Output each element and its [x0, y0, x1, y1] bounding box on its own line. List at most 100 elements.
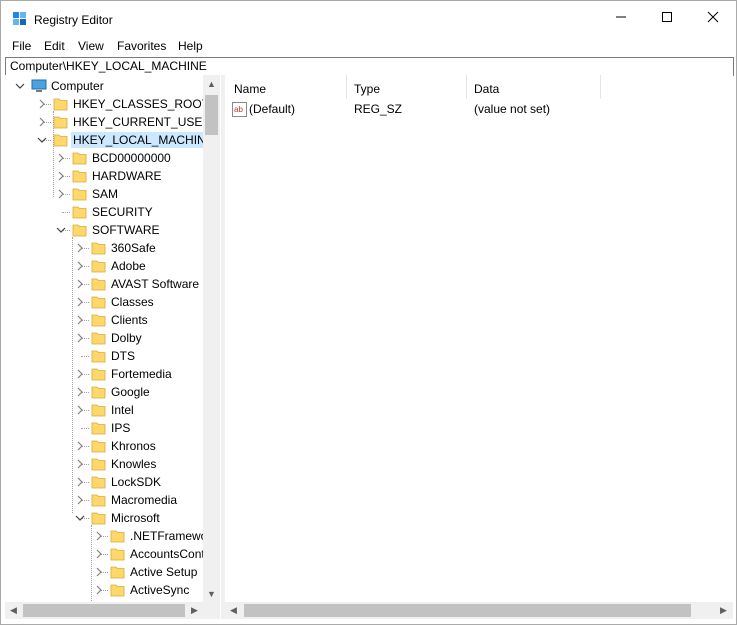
- tree-item-label[interactable]: DTS: [109, 348, 137, 364]
- chevron-right-icon[interactable]: [56, 171, 66, 181]
- tree-item[interactable]: DTS: [5, 347, 201, 365]
- tree-item[interactable]: ActiveSync: [5, 581, 201, 599]
- tree-item[interactable]: HKEY_CURRENT_USER: [5, 113, 211, 131]
- chevron-right-icon[interactable]: [75, 495, 85, 505]
- tree-item-label[interactable]: AccountsCont: [128, 546, 207, 562]
- tree-item-label[interactable]: ActiveSync: [128, 582, 191, 598]
- tree-item[interactable]: .NETFramewor: [5, 527, 211, 545]
- menu-file[interactable]: File: [12, 39, 31, 53]
- scroll-left-icon[interactable]: ◀: [5, 602, 22, 619]
- tree-item[interactable]: Fortemedia: [5, 365, 201, 383]
- tree-item-label[interactable]: Classes: [109, 294, 156, 310]
- column-header-data[interactable]: Data: [474, 75, 499, 99]
- tree-item-label[interactable]: SECURITY: [90, 204, 155, 220]
- tree-item[interactable]: Knowles: [5, 455, 201, 473]
- values-list-pane[interactable]: Name Type Data ab (Default) REG_SZ (valu…: [225, 75, 733, 619]
- value-row[interactable]: ab (Default) REG_SZ (value not set): [225, 101, 733, 119]
- chevron-down-icon[interactable]: [75, 513, 85, 523]
- tree-item-label[interactable]: Dolby: [109, 330, 144, 346]
- tree-item[interactable]: HARDWARE: [5, 167, 201, 185]
- tree-item-label[interactable]: Active Setup: [128, 564, 199, 580]
- chevron-right-icon[interactable]: [75, 315, 85, 325]
- chevron-down-icon[interactable]: [56, 225, 66, 235]
- address-bar[interactable]: Computer\HKEY_LOCAL_MACHINE: [5, 57, 734, 76]
- tree-item[interactable]: Active Setup: [5, 563, 201, 581]
- chevron-right-icon[interactable]: [75, 333, 85, 343]
- tree-item-label[interactable]: Khronos: [109, 438, 158, 454]
- chevron-right-icon[interactable]: [75, 243, 85, 253]
- chevron-right-icon[interactable]: [75, 279, 85, 289]
- chevron-right-icon[interactable]: [94, 549, 104, 559]
- chevron-right-icon[interactable]: [75, 261, 85, 271]
- chevron-right-icon[interactable]: [37, 99, 47, 109]
- tree-item-label[interactable]: Fortemedia: [109, 366, 174, 382]
- tree-item-label[interactable]: Knowles: [109, 456, 158, 472]
- tree-item-label[interactable]: Computer: [49, 78, 106, 94]
- tree-horizontal-scrollbar[interactable]: ◀ ▶: [5, 602, 220, 619]
- tree-item-label[interactable]: Intel: [109, 402, 136, 418]
- chevron-right-icon[interactable]: [75, 369, 85, 379]
- chevron-right-icon[interactable]: [75, 459, 85, 469]
- tree-item[interactable]: HKEY_LOCAL_MACHINE: [5, 131, 216, 149]
- chevron-right-icon[interactable]: [56, 189, 66, 199]
- scroll-down-icon[interactable]: ▼: [203, 585, 220, 602]
- tree-vertical-scroll-thumb[interactable]: [205, 95, 218, 135]
- tree-item[interactable]: SECURITY: [5, 203, 201, 221]
- tree-item-label[interactable]: 360Safe: [109, 240, 158, 256]
- tree-item-label[interactable]: Clients: [109, 312, 150, 328]
- chevron-right-icon[interactable]: [75, 297, 85, 307]
- address-path[interactable]: Computer\HKEY_LOCAL_MACHINE: [10, 59, 207, 73]
- tree-item[interactable]: LockSDK: [5, 473, 201, 491]
- tree-item[interactable]: Khronos: [5, 437, 201, 455]
- tree-horizontal-scroll-thumb[interactable]: [23, 604, 185, 617]
- tree-item[interactable]: HKEY_CLASSES_ROOT: [5, 95, 209, 113]
- tree-item[interactable]: Clients: [5, 311, 201, 329]
- chevron-right-icon[interactable]: [75, 405, 85, 415]
- chevron-right-icon[interactable]: [94, 531, 104, 541]
- column-divider[interactable]: [600, 75, 601, 99]
- tree-item-label[interactable]: LockSDK: [109, 474, 163, 490]
- list-horizontal-scroll-thumb[interactable]: [244, 604, 691, 617]
- tree-item-label[interactable]: BCD00000000: [90, 150, 173, 166]
- chevron-right-icon[interactable]: [75, 387, 85, 397]
- scroll-left-icon[interactable]: ◀: [225, 602, 242, 619]
- tree-item-label[interactable]: .NETFramewor: [128, 528, 213, 544]
- menu-edit[interactable]: Edit: [44, 39, 65, 53]
- maximize-button[interactable]: [644, 1, 690, 33]
- column-header-type[interactable]: Type: [354, 75, 380, 99]
- tree-item[interactable]: Microsoft: [5, 509, 201, 527]
- tree-item[interactable]: IPS: [5, 419, 201, 437]
- tree-item-label[interactable]: HKEY_CLASSES_ROOT: [71, 96, 211, 112]
- tree-item[interactable]: Macromedia: [5, 491, 201, 509]
- chevron-right-icon[interactable]: [75, 477, 85, 487]
- chevron-right-icon[interactable]: [94, 567, 104, 577]
- tree-item-label[interactable]: SOFTWARE: [90, 222, 162, 238]
- tree-item-label[interactable]: Microsoft: [109, 510, 162, 526]
- tree-item-label[interactable]: HKEY_CURRENT_USER: [71, 114, 213, 130]
- chevron-right-icon[interactable]: [56, 153, 66, 163]
- menu-favorites[interactable]: Favorites: [117, 39, 166, 53]
- scroll-right-icon[interactable]: ▶: [186, 602, 203, 619]
- chevron-down-icon[interactable]: [37, 135, 47, 145]
- tree-item[interactable]: Dolby: [5, 329, 201, 347]
- minimize-button[interactable]: [598, 1, 644, 33]
- column-header-name[interactable]: Name: [234, 75, 266, 99]
- title-bar[interactable]: Registry Editor: [1, 1, 736, 35]
- list-horizontal-scrollbar[interactable]: ◀ ▶: [225, 602, 733, 619]
- tree-item-label-selected[interactable]: HKEY_LOCAL_MACHINE: [71, 132, 216, 148]
- tree-item-label[interactable]: Adobe: [109, 258, 148, 274]
- tree-item[interactable]: SOFTWARE: [5, 221, 201, 239]
- chevron-right-icon[interactable]: [37, 117, 47, 127]
- menu-view[interactable]: View: [78, 39, 104, 53]
- chevron-right-icon[interactable]: [94, 585, 104, 595]
- tree-item-label[interactable]: Macromedia: [109, 492, 179, 508]
- close-button[interactable]: [690, 1, 736, 33]
- chevron-right-icon[interactable]: [75, 441, 85, 451]
- scroll-right-icon[interactable]: ▶: [715, 602, 732, 619]
- tree-item[interactable]: Google: [5, 383, 201, 401]
- tree-item[interactable]: Classes: [5, 293, 201, 311]
- tree-item-label[interactable]: AVAST Software: [109, 276, 201, 292]
- chevron-down-icon[interactable]: [15, 81, 25, 91]
- tree-item[interactable]: Intel: [5, 401, 201, 419]
- column-divider[interactable]: [466, 75, 467, 99]
